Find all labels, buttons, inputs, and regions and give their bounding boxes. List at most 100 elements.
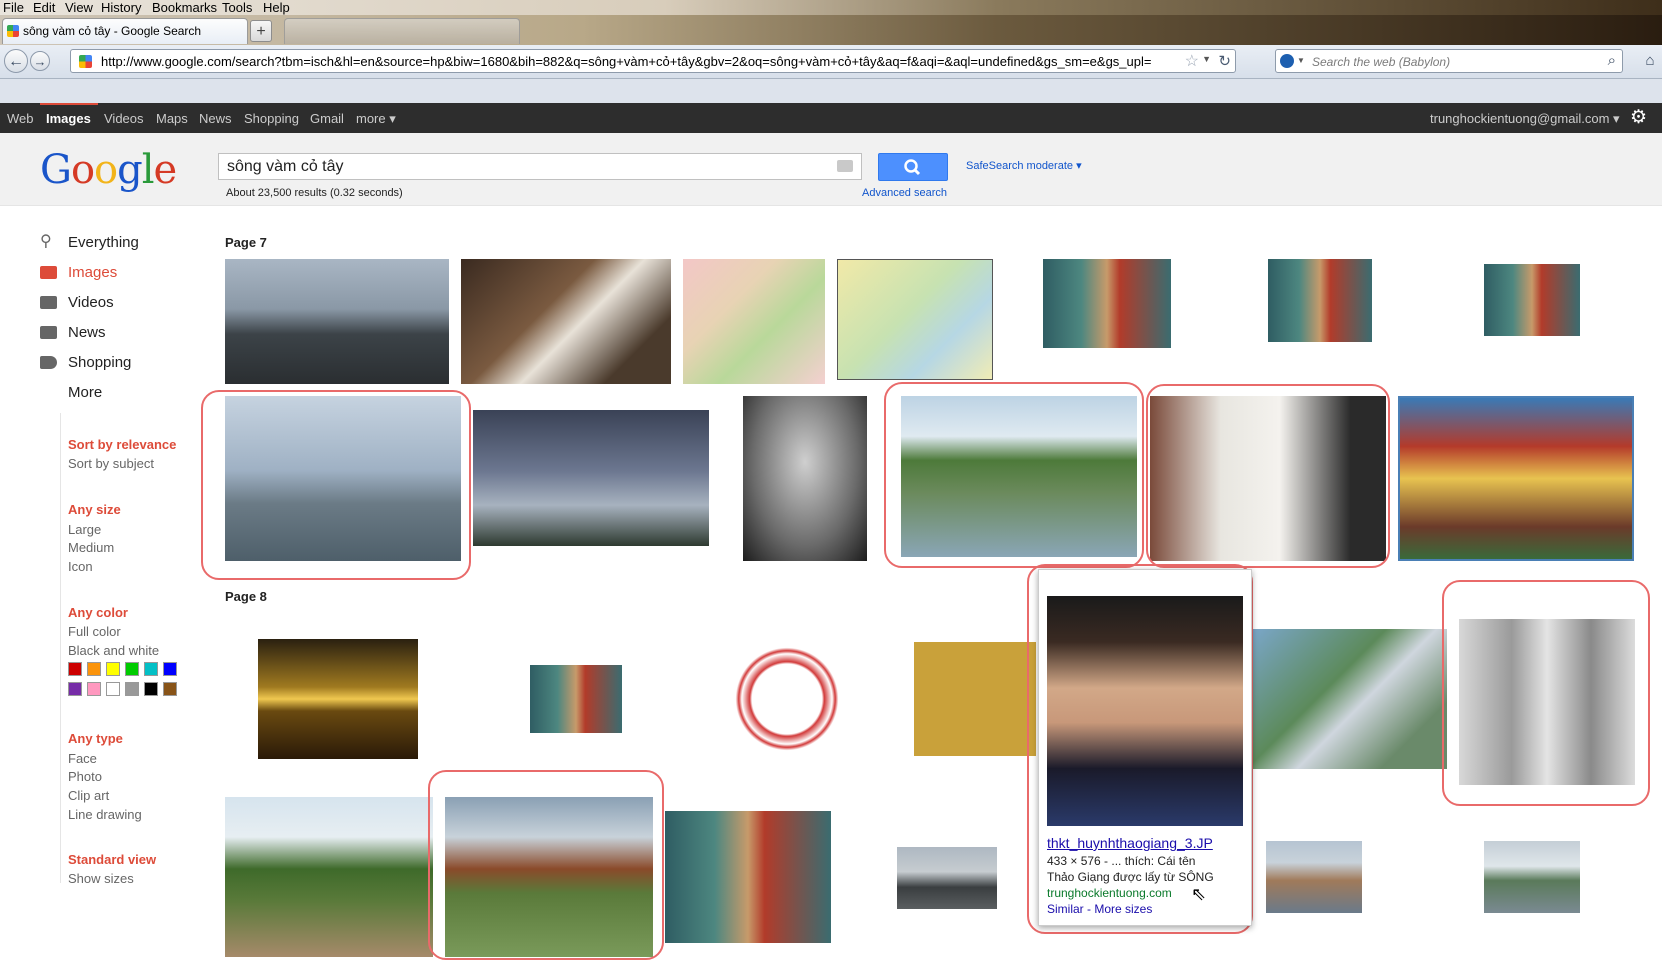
gear-icon[interactable]: ⚙ — [1630, 106, 1647, 129]
image-result[interactable] — [683, 259, 825, 384]
tab-inactive[interactable] — [284, 18, 520, 44]
image-result[interactable] — [1266, 841, 1362, 913]
nav-more[interactable]: More — [68, 384, 102, 401]
gbar-shopping[interactable]: Shopping — [244, 111, 299, 126]
image-result[interactable] — [1043, 259, 1171, 348]
color-any[interactable]: Any color — [68, 605, 128, 620]
dropdown-arrow-icon[interactable]: ▼ — [1202, 54, 1211, 64]
image-result[interactable] — [258, 639, 418, 759]
type-any[interactable]: Any type — [68, 731, 123, 746]
search-query: sông vàm cỏ tây — [227, 158, 344, 175]
image-result[interactable] — [743, 396, 867, 561]
color-swatch[interactable] — [87, 662, 101, 676]
nav-everything[interactable]: Everything — [68, 234, 139, 251]
image-result[interactable] — [897, 847, 997, 909]
gbar-more[interactable]: more ▾ — [356, 111, 396, 127]
color-swatch[interactable] — [106, 682, 120, 696]
color-swatch[interactable] — [144, 662, 158, 676]
color-swatch[interactable] — [144, 682, 158, 696]
hover-title-link[interactable]: thkt_huynhthaogiang_3.JP — [1047, 835, 1213, 851]
image-result[interactable] — [530, 665, 622, 733]
color-swatch[interactable] — [125, 682, 139, 696]
gbar-images[interactable]: Images — [46, 111, 91, 126]
google-logo[interactable]: Google — [40, 147, 177, 193]
advanced-search-link[interactable]: Advanced search — [862, 187, 947, 199]
menu-help[interactable]: Help — [263, 0, 290, 15]
color-swatch[interactable] — [163, 662, 177, 676]
menu-tools[interactable]: Tools — [222, 0, 252, 15]
sort-subject[interactable]: Sort by subject — [68, 456, 154, 471]
babylon-engine-icon[interactable] — [1280, 54, 1294, 68]
tab-google-search[interactable]: sông vàm cỏ tây - Google Search — [2, 18, 248, 44]
type-photo[interactable]: Photo — [68, 769, 102, 784]
image-hover-card[interactable]: thkt_huynhthaogiang_3.JP 433 × 576 - ...… — [1038, 569, 1252, 926]
account-menu[interactable]: trunghockientuong@gmail.com ▾ — [1430, 111, 1620, 127]
color-full[interactable]: Full color — [68, 624, 121, 639]
gbar-maps[interactable]: Maps — [156, 111, 188, 126]
search-magnifier-icon[interactable]: ⌕ — [1608, 52, 1616, 69]
forward-button[interactable]: → — [30, 51, 50, 71]
gbar-videos[interactable]: Videos — [104, 111, 144, 126]
color-swatch[interactable] — [68, 662, 82, 676]
image-result[interactable] — [225, 259, 449, 384]
search-button[interactable] — [878, 153, 948, 181]
menu-bookmarks[interactable]: Bookmarks — [152, 0, 217, 15]
type-clipart[interactable]: Clip art — [68, 788, 109, 803]
new-tab-button[interactable]: + — [250, 20, 272, 42]
hover-snippet: Thảo Giạng được lấy từ SÔNG — [1047, 870, 1214, 884]
size-any[interactable]: Any size — [68, 502, 121, 517]
view-standard[interactable]: Standard view — [68, 852, 156, 867]
address-bar[interactable]: http://www.google.com/search?tbm=isch&hl… — [70, 49, 1236, 73]
image-result[interactable] — [1484, 264, 1580, 336]
safesearch-dropdown[interactable]: SafeSearch moderate ▾ — [966, 159, 1082, 172]
menu-history[interactable]: History — [101, 0, 141, 15]
image-result[interactable] — [1398, 396, 1634, 561]
image-result[interactable] — [461, 259, 671, 384]
menu-file[interactable]: File — [3, 0, 24, 15]
nav-images[interactable]: Images — [68, 264, 117, 281]
sort-relevance[interactable]: Sort by relevance — [68, 437, 176, 452]
gbar-web[interactable]: Web — [7, 111, 34, 126]
more-sizes-link[interactable]: More sizes — [1094, 902, 1152, 916]
highlight-ring — [201, 390, 471, 580]
hover-preview-image[interactable] — [1047, 596, 1243, 826]
image-result[interactable] — [1268, 259, 1372, 342]
star-icon[interactable]: ☆ — [1185, 51, 1199, 71]
image-result[interactable] — [914, 642, 1036, 756]
type-face[interactable]: Face — [68, 751, 97, 766]
camera-icon[interactable] — [837, 160, 853, 172]
color-swatch[interactable] — [125, 662, 139, 676]
web-search-box[interactable]: ▼ Search the web (Babylon) ⌕ — [1275, 49, 1623, 73]
gbar-gmail[interactable]: Gmail — [310, 111, 344, 126]
image-result[interactable] — [1484, 841, 1580, 913]
image-result[interactable] — [1253, 629, 1447, 769]
size-medium[interactable]: Medium — [68, 540, 114, 555]
image-result[interactable] — [665, 811, 831, 943]
image-result[interactable] — [473, 410, 709, 546]
nav-shopping[interactable]: Shopping — [68, 354, 131, 371]
home-icon[interactable]: ⌂ — [1640, 49, 1660, 73]
size-icon[interactable]: Icon — [68, 559, 93, 574]
color-swatch[interactable] — [106, 662, 120, 676]
view-show-sizes[interactable]: Show sizes — [68, 871, 134, 886]
image-result[interactable] — [732, 644, 842, 754]
type-line-drawing[interactable]: Line drawing — [68, 807, 142, 822]
back-button[interactable]: ← — [4, 49, 28, 73]
search-input[interactable]: sông vàm cỏ tây — [218, 153, 862, 180]
color-bw[interactable]: Black and white — [68, 643, 159, 658]
reload-icon[interactable]: ↻ — [1218, 52, 1231, 70]
color-swatch[interactable] — [163, 682, 177, 696]
color-swatch[interactable] — [87, 682, 101, 696]
image-result[interactable] — [225, 797, 433, 957]
nav-videos[interactable]: Videos — [68, 294, 114, 311]
image-result[interactable] — [837, 259, 993, 380]
menu-view[interactable]: View — [65, 0, 93, 15]
color-swatch[interactable] — [68, 682, 82, 696]
engine-dropdown-icon[interactable]: ▼ — [1297, 56, 1305, 65]
gbar-news[interactable]: News — [199, 111, 232, 126]
logo-letter: l — [141, 147, 155, 193]
nav-news[interactable]: News — [68, 324, 106, 341]
menu-edit[interactable]: Edit — [33, 0, 55, 15]
similar-link[interactable]: Similar — [1047, 902, 1084, 916]
size-large[interactable]: Large — [68, 522, 101, 537]
